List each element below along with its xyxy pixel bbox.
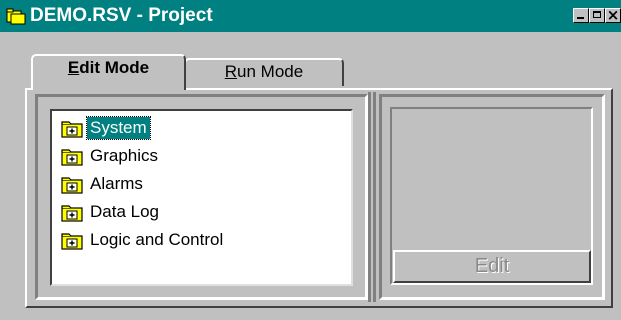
folder-plus-icon (61, 149, 83, 166)
minimize-button[interactable] (573, 8, 589, 23)
edit-button[interactable]: Edit (393, 250, 591, 283)
tree-item-label: Alarms (90, 174, 143, 193)
close-icon: × (606, 6, 620, 24)
tree-item-label: System (86, 116, 151, 140)
tab-run-mode[interactable]: Run Mode (184, 58, 344, 86)
tree-item-label: Data Log (90, 202, 159, 221)
folder-plus-icon (61, 233, 83, 250)
tab-edit-mode[interactable]: Edit Mode (31, 54, 186, 90)
splitter-bar[interactable] (373, 92, 376, 302)
folder-plus-icon (61, 121, 83, 138)
tree-item-label: Graphics (90, 146, 159, 165)
close-button[interactable]: × (605, 6, 621, 24)
folder-plus-icon (61, 205, 83, 222)
splitter-bar[interactable] (368, 92, 371, 302)
folder-plus-icon (61, 177, 83, 194)
tab-run-mode-label: Run Mode (224, 62, 304, 81)
title-bar[interactable]: DEMO.RSV - Project × (0, 0, 621, 32)
window-title: DEMO.RSV - Project (30, 5, 213, 26)
minimize-icon (577, 17, 584, 19)
maximize-button[interactable] (589, 8, 605, 23)
project-tree[interactable]: System Graphics Alarms Data Log Logic an… (50, 109, 353, 286)
tree-item-label: Logic and Control (90, 230, 224, 249)
project-window: DEMO.RSV - Project × Edit Mode Run Mode … (0, 0, 621, 320)
tab-edit-mode-label: Edit Mode (67, 58, 150, 77)
maximize-icon (593, 11, 601, 18)
project-folder-icon (6, 8, 26, 25)
